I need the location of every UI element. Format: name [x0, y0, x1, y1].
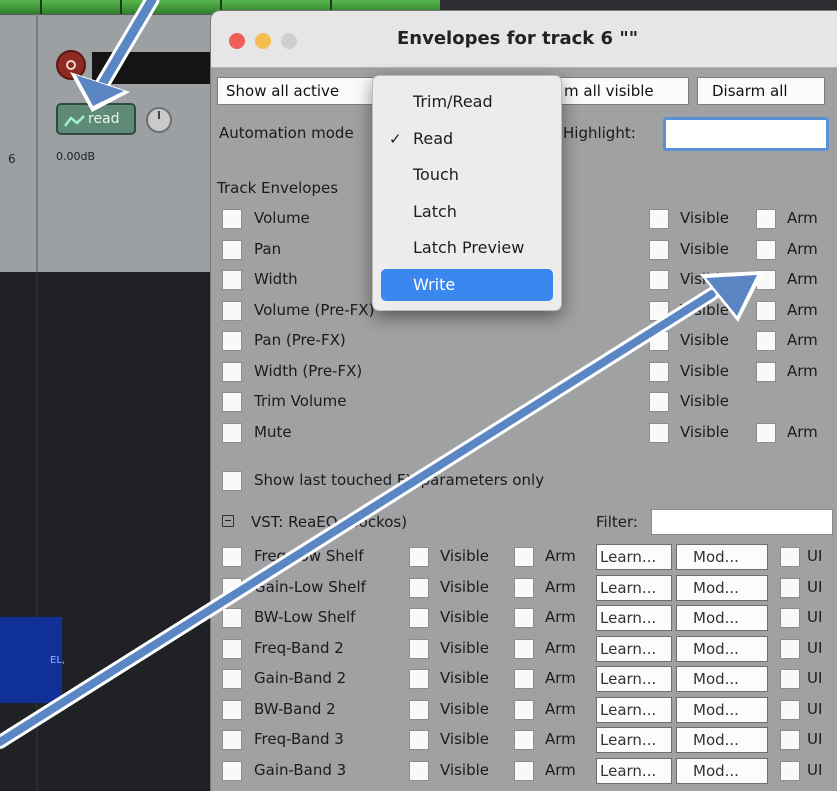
arrow-to-automation-button [70, 0, 160, 112]
annotation-arrows [0, 0, 764, 749]
arrow-to-arm-checkbox [0, 271, 764, 749]
